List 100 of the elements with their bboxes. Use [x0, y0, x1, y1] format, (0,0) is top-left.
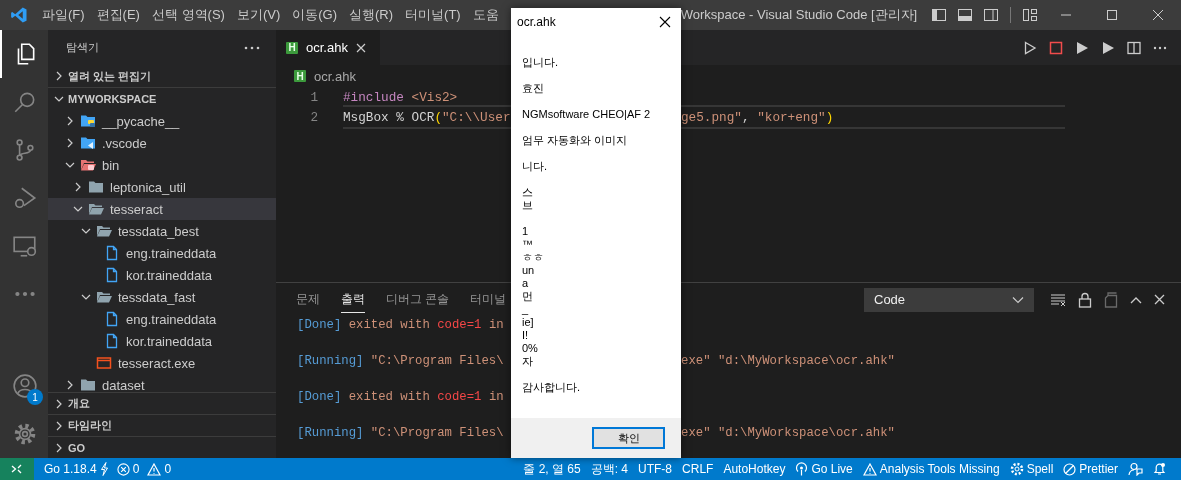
account-icon[interactable] — [12, 373, 38, 399]
feedback-icon — [1128, 462, 1143, 476]
close-icon[interactable] — [659, 16, 671, 28]
settings-icon[interactable] — [12, 421, 38, 447]
window-title: Workspace - Visual Studio Code [관리자] — [680, 6, 918, 24]
sidebar-toggle-icon[interactable] — [931, 7, 947, 23]
tree-item[interactable]: eng.traineddata — [48, 242, 276, 264]
status-item[interactable]: Analysis Tools Missing — [857, 462, 1005, 476]
section-header[interactable]: MYWORKSPACE — [48, 87, 276, 110]
menu-item[interactable]: 터미널(T) — [399, 6, 467, 24]
file-icon — [104, 311, 120, 327]
section-header[interactable]: 개요 — [48, 392, 276, 414]
maximize-icon[interactable] — [1106, 9, 1118, 21]
output-text: exe" "d:\MyWorkspace\ocr.ahk" — [681, 426, 895, 440]
file-icon — [104, 245, 120, 261]
editor-tab[interactable]: H ocr.ahk — [276, 30, 380, 65]
file-icon — [104, 333, 120, 349]
clear-output-icon[interactable] — [1050, 292, 1066, 307]
lightning-icon — [99, 462, 109, 476]
output-text: [Done] exited with code=1 in — [297, 390, 505, 404]
breadcrumb-item[interactable]: ocr.ahk — [314, 68, 356, 84]
folder-icon — [88, 180, 104, 194]
run-icon[interactable] — [1023, 40, 1037, 55]
menu-item[interactable]: 파일(F) — [36, 6, 91, 24]
run-debug-icon[interactable] — [12, 185, 38, 211]
status-item[interactable]: 0 — [143, 462, 176, 476]
tree-item[interactable]: __pycache__ — [48, 110, 276, 132]
app-logo-icon — [10, 6, 28, 24]
more-icon[interactable] — [244, 44, 260, 51]
status-item[interactable]: Prettier — [1058, 462, 1123, 476]
folder-icon — [80, 378, 96, 392]
tree-item[interactable]: eng.traineddata — [48, 308, 276, 330]
warning-icon — [147, 462, 162, 476]
split-editor-icon[interactable] — [1127, 40, 1141, 55]
status-item[interactable]: 0 — [112, 462, 144, 476]
python-folder-icon — [80, 114, 96, 128]
play-icon[interactable] — [1075, 40, 1089, 55]
status-item[interactable]: 공백: 4 — [585, 460, 634, 478]
status-item[interactable]: Go Live — [790, 462, 858, 476]
code-text: #include <Vis2> — [343, 89, 459, 105]
status-item[interactable]: Spell — [1004, 462, 1059, 476]
tree-item[interactable]: dataset — [48, 374, 276, 392]
output-text: [Running] "C:\Program Files\ — [297, 354, 505, 368]
status-item[interactable]: 줄 2, 열 65 — [518, 460, 586, 478]
tree-item[interactable]: kor.traineddata — [48, 330, 276, 352]
copy-icon[interactable] — [1104, 291, 1118, 308]
panel-tab[interactable]: 디버그 콘솔 — [386, 286, 450, 313]
chevron-down-icon — [1012, 295, 1024, 304]
error-icon — [116, 462, 130, 476]
menu-item[interactable]: 실행(R) — [343, 6, 400, 24]
vscode-folder-icon — [80, 136, 96, 150]
tree-item[interactable]: tesseract.exe — [48, 352, 276, 374]
tree-item[interactable]: bin — [48, 154, 276, 176]
status-item[interactable]: Go 1.18.4 — [40, 462, 113, 476]
menu-item[interactable]: 선택 영역(S) — [145, 6, 231, 24]
menu-item[interactable]: 이동(G) — [286, 6, 344, 24]
tree-item[interactable]: tesseract — [48, 198, 276, 220]
panel-tab[interactable]: 출력 — [341, 286, 365, 313]
menu-item[interactable]: 도움 — [466, 6, 505, 24]
tree-item[interactable]: tessdata_best — [48, 220, 276, 242]
file-type-icon: H — [286, 41, 298, 54]
open-folder-icon — [96, 224, 112, 238]
tree-item[interactable]: leptonica_util — [48, 176, 276, 198]
chevron-up-icon[interactable] — [1130, 295, 1142, 304]
gear-icon — [1009, 462, 1024, 476]
secondary-sidebar-icon[interactable] — [983, 7, 999, 23]
lock-icon[interactable] — [1078, 291, 1092, 308]
output-channel-dropdown[interactable]: Code — [864, 287, 1034, 312]
panel-toggle-icon[interactable] — [957, 7, 973, 23]
layout-icon[interactable] — [1022, 7, 1038, 23]
notification-badge: 1 — [27, 389, 43, 405]
panel-tab[interactable]: 터미널 — [470, 286, 507, 313]
ok-button[interactable]: 확인 — [592, 427, 665, 449]
broadcast-icon — [795, 462, 809, 476]
stop-icon[interactable] — [1049, 40, 1063, 55]
status-item[interactable]: AutoHotkey — [718, 462, 791, 476]
panel-tab[interactable]: 문제 — [296, 286, 320, 313]
status-item[interactable]: UTF-8 — [633, 462, 678, 476]
output-text: [Done] exited with code=1 in — [297, 318, 505, 332]
play-icon[interactable] — [1101, 40, 1115, 55]
dialog-title: ocr.ahk — [517, 15, 556, 29]
file-type-icon: H — [294, 70, 306, 82]
remote-button[interactable] — [0, 458, 34, 480]
bell-icon — [1153, 462, 1166, 476]
message-text: 입니다. 효진 NGMsoftware CHEO|AF 2 엄무 자동화와 이미지 니다. 스 브 1 ™ ㅎㅎ un a 먼 _ ie] I! 0% 자 감사합니다. — [522, 56, 652, 394]
output-text: exe" "d:\MyWorkspace\ocr.ahk" — [681, 354, 895, 368]
tree-item[interactable]: .vscode — [48, 132, 276, 154]
blocked-icon — [1063, 462, 1077, 476]
menu-item[interactable]: 편집(E) — [90, 6, 146, 24]
bin-folder-icon — [80, 158, 96, 172]
tree-item[interactable]: kor.traineddata — [48, 264, 276, 286]
section-header[interactable]: 타임라인 — [48, 414, 276, 436]
line-number: 2 — [309, 109, 319, 125]
code-text: MsgBox % OCR("C:\\User — [343, 109, 511, 125]
status-item[interactable]: CRLF — [677, 462, 719, 476]
more-icon[interactable] — [1153, 45, 1167, 50]
open-folder-icon — [88, 202, 104, 216]
menu-item[interactable]: 보기(V) — [230, 6, 287, 24]
tree-item[interactable]: tessdata_fast — [48, 286, 276, 308]
section-header[interactable]: 열려 있는 편집기 — [48, 65, 276, 87]
